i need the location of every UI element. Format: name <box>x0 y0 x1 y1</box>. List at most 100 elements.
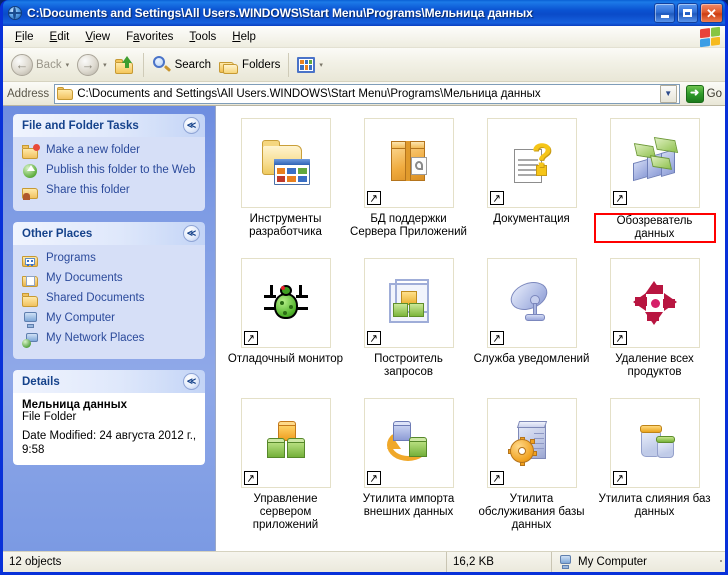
menu-edit[interactable]: Edit <box>42 29 78 45</box>
chevron-down-icon: ▼ <box>664 89 673 98</box>
file-item[interactable]: ↗ Построитель запросов <box>347 254 470 394</box>
data-explorer-icon <box>629 136 681 189</box>
task-share-this-folder[interactable]: Share this folder <box>22 183 197 200</box>
panel-details: Details ≪ Мельница данных File Folder Da… <box>13 370 205 465</box>
go-button[interactable]: ➜ Go <box>683 84 722 103</box>
place-my-documents[interactable]: My Documents <box>22 271 197 288</box>
views-dropdown-icon[interactable]: ▾ <box>319 61 323 69</box>
my-computer-icon <box>22 312 40 328</box>
shortcut-overlay-icon: ↗ <box>243 331 258 346</box>
place-label: Shared Documents <box>46 292 145 304</box>
close-button[interactable]: ✕ <box>700 3 723 23</box>
task-label: Publish this folder to the Web <box>46 164 196 176</box>
explorer-window: C:\Documents and Settings\All Users.WIND… <box>0 0 728 575</box>
icon-box: ↗ <box>240 258 331 348</box>
task-publish-folder-to-web[interactable]: Publish this folder to the Web <box>22 163 197 180</box>
place-shared-documents[interactable]: Shared Documents <box>22 291 197 308</box>
file-label: Инструменты разработчика <box>249 213 322 238</box>
new-folder-icon <box>22 144 40 160</box>
icon-box: ↗ <box>486 258 577 348</box>
maximize-button[interactable] <box>677 3 698 23</box>
file-label: Управление сервером приложений <box>252 493 319 531</box>
file-item[interactable]: ↗ Отладочный монитор <box>224 254 347 394</box>
place-label: My Network Places <box>46 332 145 344</box>
file-item[interactable]: ? ↗ Документация <box>470 114 593 254</box>
status-location: My Computer <box>551 552 711 572</box>
file-list[interactable]: Инструменты разработчика ↗ БД поддержки … <box>215 106 725 551</box>
collapse-chevron-icon[interactable]: ≪ <box>183 225 200 242</box>
menu-file[interactable]: File <box>7 29 42 45</box>
menu-tools[interactable]: Tools <box>181 29 224 45</box>
up-button[interactable] <box>111 51 139 79</box>
task-make-new-folder[interactable]: Make a new folder <box>22 143 197 160</box>
db-merge-jars-icon <box>629 417 681 469</box>
menu-favorites[interactable]: Favorites <box>118 29 181 45</box>
file-label: Удаление всех продуктов <box>615 353 694 378</box>
resize-grip[interactable] <box>711 559 725 565</box>
panel-header[interactable]: File and Folder Tasks ≪ <box>13 114 205 137</box>
menu-help[interactable]: Help <box>224 29 264 45</box>
panel-header[interactable]: Other Places ≪ <box>13 222 205 245</box>
windows-flag-icon <box>700 26 720 48</box>
folders-label: Folders <box>242 58 281 71</box>
file-label: Утилита слияния баз данных <box>598 493 711 518</box>
shared-documents-icon <box>22 292 40 308</box>
file-item[interactable]: ↗ Удаление всех продуктов <box>593 254 716 394</box>
place-my-network-places[interactable]: My Network Places <box>22 331 197 348</box>
search-button[interactable]: Search <box>148 51 215 79</box>
file-label: БД поддержки Сервера Приложений <box>350 213 467 238</box>
file-item[interactable]: ↗ Управление сервером приложений <box>224 394 347 534</box>
address-input[interactable]: C:\Documents and Settings\All Users.WIND… <box>54 83 680 104</box>
collapse-chevron-icon[interactable]: ≪ <box>183 373 200 390</box>
back-button[interactable]: ← Back ▾ <box>7 51 73 79</box>
task-pane: File and Folder Tasks ≪ Make a new folde… <box>3 106 215 551</box>
window-controls: ✕ <box>654 3 723 23</box>
toolbar-separator-2 <box>288 52 290 77</box>
notification-service-dish-icon <box>506 276 558 329</box>
shortcut-overlay-icon: ↗ <box>489 331 504 346</box>
forward-dropdown-icon[interactable]: ▾ <box>103 61 107 69</box>
folder-up-icon <box>114 55 135 74</box>
collapse-chevron-icon[interactable]: ≪ <box>183 117 200 134</box>
publish-web-icon <box>22 164 40 180</box>
views-button[interactable]: ▾ <box>293 51 327 79</box>
file-item[interactable]: ↗ Утилита слияния баз данных <box>593 394 716 534</box>
toolbar-separator <box>142 52 144 77</box>
details-date-modified: Date Modified: 24 августа 2012 г., 9:58 <box>22 430 197 456</box>
place-programs[interactable]: Programs <box>22 251 197 268</box>
panel-header[interactable]: Details ≪ <box>13 370 205 393</box>
query-builder-cube-icon <box>383 277 435 329</box>
file-label-highlighted: Обозреватель данных <box>593 213 716 243</box>
content-area: File and Folder Tasks ≪ Make a new folde… <box>3 106 725 551</box>
shortcut-overlay-icon: ↗ <box>243 471 258 486</box>
shortcut-overlay-icon: ↗ <box>489 191 504 206</box>
file-item[interactable]: ↗ Служба уведомлений <box>470 254 593 394</box>
status-location-label: My Computer <box>578 556 648 568</box>
details-folder-name: Мельница данных <box>22 399 127 411</box>
panel-body: Programs My Documents Shared Documents M… <box>13 245 205 359</box>
file-item[interactable]: ↗ Обозреватель данных <box>593 114 716 254</box>
file-item[interactable]: ↗ БД поддержки Сервера Приложений <box>347 114 470 254</box>
address-bar: Address C:\Documents and Settings\All Us… <box>3 82 725 106</box>
panel-title: File and Folder Tasks <box>22 119 139 132</box>
panel-body: Мельница данных File Folder Date Modifie… <box>13 393 205 465</box>
file-label: Построитель запросов <box>374 353 443 378</box>
menu-view[interactable]: View <box>77 29 118 45</box>
place-label: Programs <box>46 252 96 264</box>
close-icon: ✕ <box>706 5 717 21</box>
file-item[interactable]: ↗ Утилита импорта внешних данных <box>347 394 470 534</box>
task-label: Share this folder <box>46 184 130 196</box>
address-dropdown-button[interactable]: ▼ <box>659 84 677 103</box>
my-computer-icon <box>558 555 573 569</box>
place-my-computer[interactable]: My Computer <box>22 311 197 328</box>
folders-button[interactable]: Folders <box>215 51 284 79</box>
back-dropdown-icon[interactable]: ▾ <box>66 61 70 69</box>
file-item[interactable]: ↗ Утилита обслуживания базы данных <box>470 394 593 534</box>
file-label: Служба уведомлений <box>473 353 590 365</box>
minimize-button[interactable] <box>654 3 675 23</box>
status-object-count: 12 objects <box>9 556 62 568</box>
file-item[interactable]: Инструменты разработчика <box>224 114 347 254</box>
panel-body: Make a new folder Publish this folder to… <box>13 137 205 211</box>
folder-icon <box>57 87 74 100</box>
forward-button[interactable]: → ▾ <box>73 51 111 79</box>
